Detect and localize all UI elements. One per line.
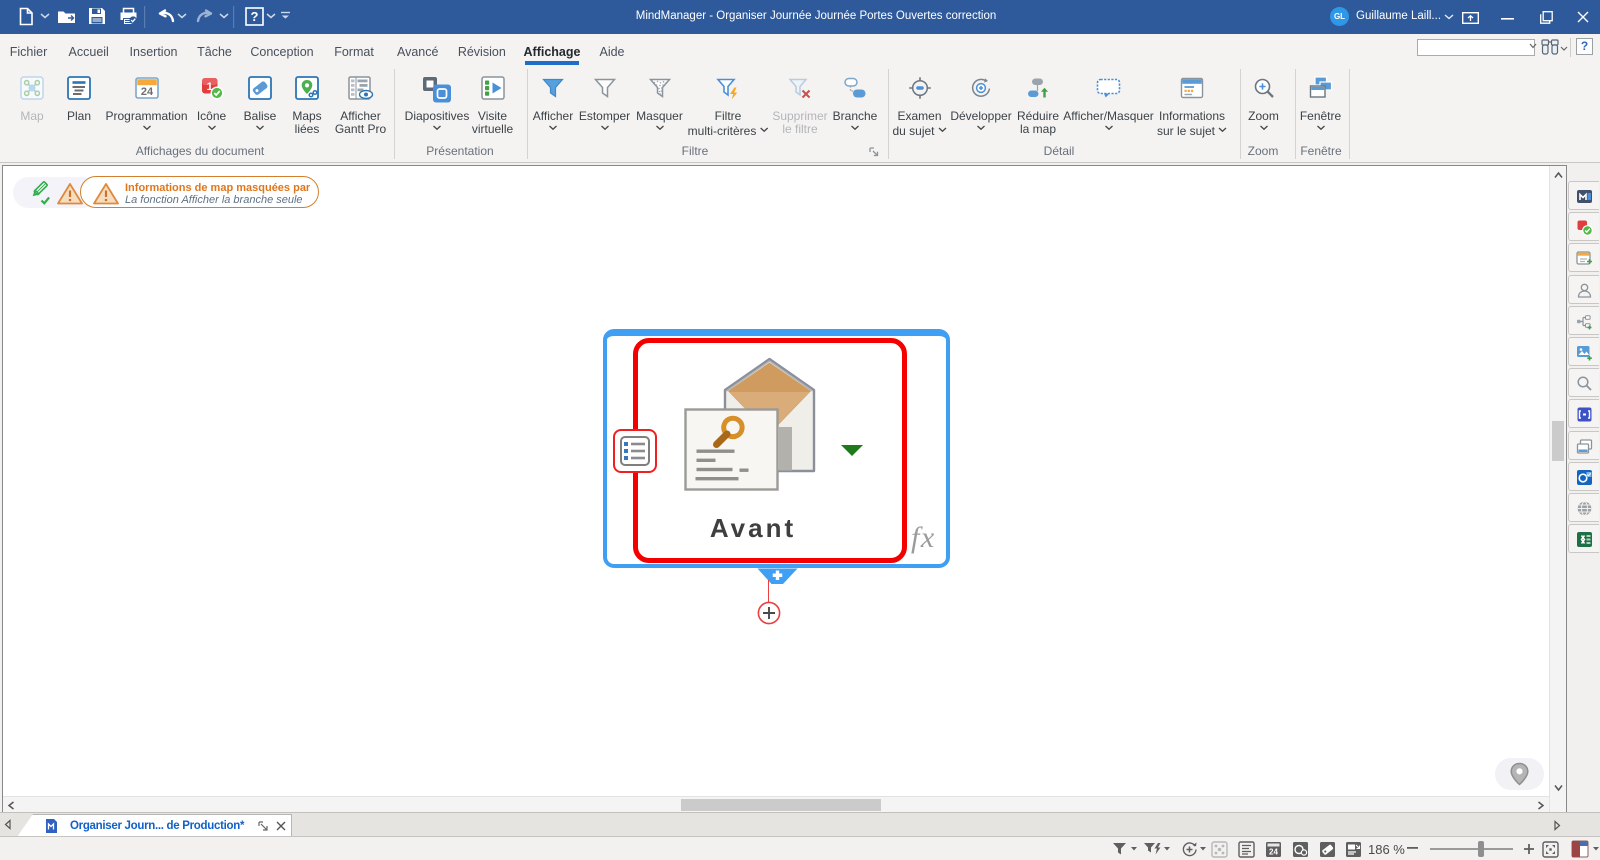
svg-text:24: 24 [140,86,153,98]
svg-text:24: 24 [1269,848,1278,857]
